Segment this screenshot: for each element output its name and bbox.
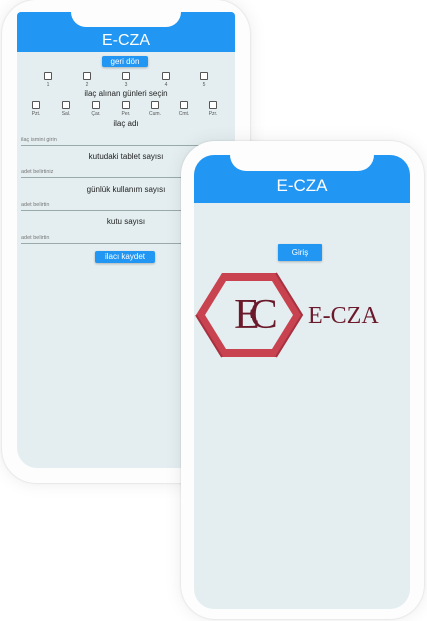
day-label-per: Per.: [121, 111, 131, 117]
day-checkbox-pzt[interactable]: [32, 101, 40, 109]
box-count-placeholder: adet belirtin: [21, 235, 50, 241]
front-phone-notch: [230, 155, 374, 171]
number-checkbox-1[interactable]: [44, 72, 52, 80]
day-label-car: Çar.: [91, 111, 101, 117]
day-checkbox-car[interactable]: [92, 101, 100, 109]
logo-letters: EC: [234, 292, 278, 338]
login-button[interactable]: Giriş: [278, 244, 322, 261]
number-label-2: 2: [85, 82, 89, 88]
tablets-placeholder: adet belirtiniz: [21, 169, 54, 175]
number-label-5: 5: [202, 82, 206, 88]
day-label-pzt: Pzt.: [31, 111, 41, 117]
day-checkbox-cmt[interactable]: [180, 101, 188, 109]
save-drug-button[interactable]: ilacı kaydet: [95, 251, 155, 263]
number-checkbox-4[interactable]: [162, 72, 170, 80]
number-checkbox-5[interactable]: [200, 72, 208, 80]
day-label-cum: Cum.: [149, 111, 161, 117]
day-checkbox-pzr[interactable]: [209, 101, 217, 109]
drug-name-placeholder: ilaç ismini girin: [21, 137, 57, 143]
logo: EC E-CZA: [194, 265, 410, 365]
back-app-title: E-CZA: [102, 32, 150, 49]
front-app-title: E-CZA: [276, 176, 328, 195]
day-checkbox-sal[interactable]: [62, 101, 70, 109]
front-phone-screen: E-CZA Giriş EC E-CZA: [194, 155, 410, 609]
day-checkbox-per[interactable]: [122, 101, 130, 109]
logo-text: E-CZA: [308, 303, 379, 329]
number-checkbox-3[interactable]: [122, 72, 130, 80]
number-checkbox-2[interactable]: [83, 72, 91, 80]
number-label-1: 1: [46, 82, 50, 88]
front-phone-frame: E-CZA Giriş EC E-CZA: [181, 141, 424, 619]
day-label-sal: Sal.: [61, 111, 71, 117]
drug-name-heading: ilaç adı: [113, 119, 139, 128]
day-label-cmt: Cmt.: [178, 111, 190, 117]
day-label-pzr: Pzr.: [208, 111, 218, 117]
daily-usage-placeholder: adet belirtin: [21, 202, 50, 208]
back-phone-notch: [71, 12, 181, 27]
day-checkbox-cum[interactable]: [151, 101, 159, 109]
days-heading: ilaç alınan günleri seçin: [84, 89, 168, 98]
number-label-3: 3: [124, 82, 128, 88]
back-button[interactable]: geri dön: [102, 56, 148, 67]
number-label-4: 4: [164, 82, 168, 88]
